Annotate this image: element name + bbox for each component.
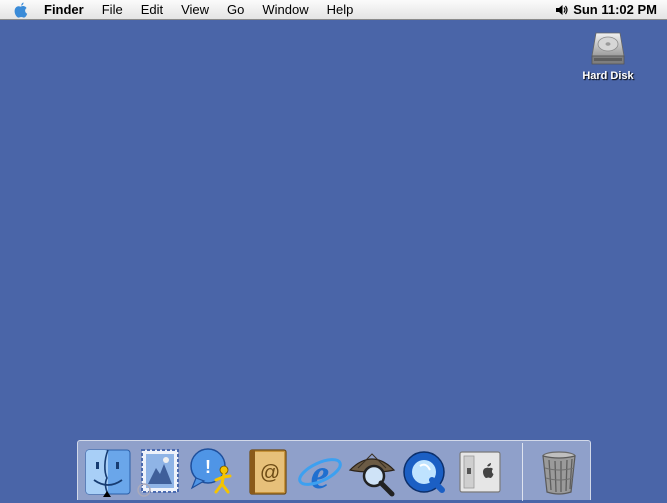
menu-bar: Finder File Edit View Go Window Help Sun… xyxy=(0,0,667,20)
apple-icon xyxy=(14,2,28,18)
finder-running-indicator xyxy=(103,491,111,497)
dock-system-preferences[interactable] xyxy=(454,446,506,498)
dock-separator xyxy=(522,443,523,501)
dock-address-book[interactable]: @ xyxy=(242,446,294,498)
address-book-icon: @ xyxy=(249,449,287,495)
svg-text:@: @ xyxy=(260,462,280,484)
menu-help[interactable]: Help xyxy=(318,0,363,20)
hard-disk-label: Hard Disk xyxy=(582,70,634,82)
menu-file[interactable]: File xyxy=(93,0,132,20)
clock[interactable]: Sun 11:02 PM xyxy=(573,2,657,17)
dock-sherlock[interactable] xyxy=(346,446,398,498)
aim-icon: ! xyxy=(190,448,232,494)
dock-trash[interactable] xyxy=(533,446,585,498)
internet-explorer-icon: e xyxy=(298,452,342,498)
dock-aim[interactable]: ! xyxy=(186,446,238,498)
menu-go[interactable]: Go xyxy=(218,0,253,20)
menu-view[interactable]: View xyxy=(172,0,218,20)
speaker-icon[interactable] xyxy=(555,4,569,16)
dock-mail[interactable] xyxy=(134,446,186,498)
apple-menu[interactable] xyxy=(8,0,34,20)
dock-internet-explorer[interactable]: e xyxy=(294,446,346,498)
quicktime-icon xyxy=(403,451,445,493)
svg-text:!: ! xyxy=(205,457,211,477)
menu-edit[interactable]: Edit xyxy=(132,0,172,20)
hard-disk-desktop-icon[interactable]: Hard Disk xyxy=(577,30,639,82)
dock-quicktime[interactable] xyxy=(398,446,450,498)
dock: ! @ e xyxy=(77,440,591,501)
trash-icon xyxy=(542,451,576,495)
system-preferences-icon xyxy=(459,451,501,493)
menu-window[interactable]: Window xyxy=(253,0,317,20)
mail-icon xyxy=(137,449,179,497)
hard-disk-icon xyxy=(591,32,625,65)
sherlock-icon xyxy=(348,453,396,497)
menu-finder[interactable]: Finder xyxy=(34,0,93,20)
